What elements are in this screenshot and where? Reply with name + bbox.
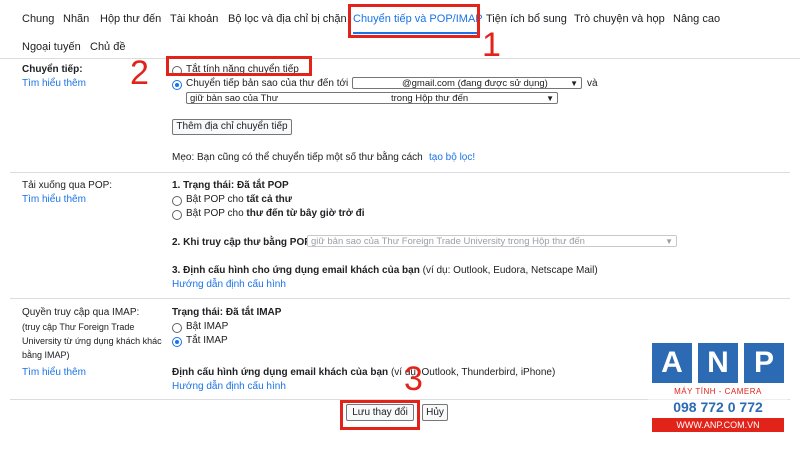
imap-off-label: Tắt IMAP — [186, 335, 228, 346]
forwarding-title: Chuyển tiếp: — [22, 64, 83, 75]
anp-phone: 098 772 0 772 — [673, 399, 763, 415]
imap-title: Quyền truy cập qua IMAP: — [22, 307, 140, 318]
annotation-number-3: 3 — [404, 360, 423, 398]
pop-now-radio[interactable] — [172, 210, 182, 220]
chevron-down-icon: ▼ — [665, 237, 673, 246]
tab-labels[interactable]: Nhãn — [63, 13, 89, 25]
tab-addons[interactable]: Tiện ích bổ sung — [486, 13, 567, 25]
forward-keep-select[interactable]: giữ bản sao của Thư trong Hộp thư đến ▼ — [186, 92, 558, 104]
tab-general[interactable]: Chung — [22, 13, 54, 25]
pop-config-link[interactable]: Hướng dẫn định cấu hình — [172, 279, 286, 290]
tab-advanced[interactable]: Nâng cao — [673, 13, 720, 25]
imap-desc-line2: University từ ứng dụng khách khác — [22, 336, 162, 346]
anp-watermark: A N P MÁY TÍNH - CAMERA 098 772 0 772 WW… — [648, 339, 788, 443]
anp-logo-letter: N — [698, 343, 738, 383]
pop-now-prefix: Bật POP cho — [186, 208, 244, 219]
tab-themes[interactable]: Chủ đề — [90, 41, 125, 53]
pop-all-bold: tất cả thư — [246, 194, 293, 205]
imap-description: (truy cập Thư Foreign Trade University t… — [22, 320, 167, 362]
imap-config-link[interactable]: Hướng dẫn định cấu hình — [172, 381, 286, 392]
annotation-number-1: 1 — [482, 26, 501, 64]
imap-learn-more-link[interactable]: Tìm hiểu thêm — [22, 367, 86, 378]
imap-on-radio[interactable] — [172, 323, 182, 333]
forward-address-value: @gmail.com (đang được sử dụng) — [402, 78, 548, 89]
pop-config-bold: 3. Định cấu hình cho ứng dụng email khác… — [172, 265, 420, 276]
tab-accounts[interactable]: Tài khoản — [170, 13, 218, 25]
annotation-box-1 — [348, 4, 480, 38]
pop-now-bold: thư đến từ bây giờ trở đi — [246, 208, 365, 219]
annotation-box-2 — [166, 56, 312, 76]
tab-inbox[interactable]: Hộp thư đến — [100, 13, 161, 25]
forwarding-learn-more-link[interactable]: Tìm hiểu thêm — [22, 78, 86, 89]
imap-desc-line1: (truy cập Thư Foreign Trade — [22, 322, 135, 332]
pop-learn-more-link[interactable]: Tìm hiểu thêm — [22, 194, 86, 205]
imap-config-text: Định cấu hình ứng dụng email khách của b… — [172, 367, 555, 378]
anp-logo-letter: A — [652, 343, 692, 383]
pop-all-label: Bật POP cho tất cả thư — [186, 194, 292, 205]
section-divider — [10, 172, 790, 173]
tab-filters[interactable]: Bộ lọc và địa chỉ bị chặn — [228, 13, 347, 25]
pop-title: Tải xuống qua POP: — [22, 180, 113, 191]
forwarding-and-text: và — [587, 78, 598, 89]
pop-access-select[interactable]: giữ bản sao của Thư Foreign Trade Univer… — [307, 235, 677, 247]
forwarding-on-label: Chuyển tiếp bản sao của thư đến tới — [186, 78, 349, 89]
tab-offline[interactable]: Ngoại tuyến — [22, 41, 81, 53]
tabs-divider — [0, 58, 800, 59]
imap-desc-line3: bằng IMAP) — [22, 350, 70, 360]
forwarding-on-radio[interactable] — [172, 80, 182, 90]
imap-config-bold: Định cấu hình ứng dụng email khách của b… — [172, 367, 389, 378]
annotation-number-2: 2 — [130, 54, 149, 92]
imap-status: Trạng thái: Đã tắt IMAP — [172, 307, 282, 318]
tab-chat-meet[interactable]: Trò chuyện và họp — [574, 13, 665, 25]
imap-on-label: Bật IMAP — [186, 321, 229, 332]
pop-config-rest: (ví dụ: Outlook, Eudora, Netscape Mail) — [422, 265, 598, 276]
pop-access-label: 2. Khi truy cập thư bằng POP — [172, 237, 311, 248]
anp-tagline: MÁY TÍNH - CAMERA — [674, 387, 762, 396]
forward-address-select[interactable]: @gmail.com (đang được sử dụng) ▼ — [352, 77, 582, 89]
anp-website: WWW.ANP.COM.VN — [652, 418, 784, 432]
cancel-button[interactable]: Hủy — [422, 404, 448, 421]
pop-all-prefix: Bật POP cho — [186, 194, 244, 205]
forwarding-tip-text: Mẹo: Bạn cũng có thể chuyển tiếp một số … — [172, 152, 423, 163]
chevron-down-icon: ▼ — [546, 94, 554, 103]
pop-all-radio[interactable] — [172, 196, 182, 206]
create-filter-link[interactable]: tạo bộ lọc! — [429, 152, 475, 163]
anp-logo-letter: P — [744, 343, 784, 383]
annotation-box-3 — [340, 400, 420, 430]
chevron-down-icon: ▼ — [570, 79, 578, 88]
add-forwarding-address-button[interactable]: Thêm địa chỉ chuyển tiếp — [172, 119, 292, 135]
pop-access-value: giữ bản sao của Thư Foreign Trade Univer… — [311, 236, 585, 247]
forward-keep-value-right: trong Hộp thư đến — [391, 93, 469, 104]
imap-off-radio[interactable] — [172, 337, 182, 347]
pop-now-label: Bật POP cho thư đến từ bây giờ trở đi — [186, 208, 365, 219]
forward-keep-value-left: giữ bản sao của Thư — [190, 93, 279, 104]
pop-status: 1. Trạng thái: Đã tắt POP — [172, 180, 289, 191]
pop-config-text: 3. Định cấu hình cho ứng dụng email khác… — [172, 265, 598, 276]
section-divider — [10, 298, 790, 299]
